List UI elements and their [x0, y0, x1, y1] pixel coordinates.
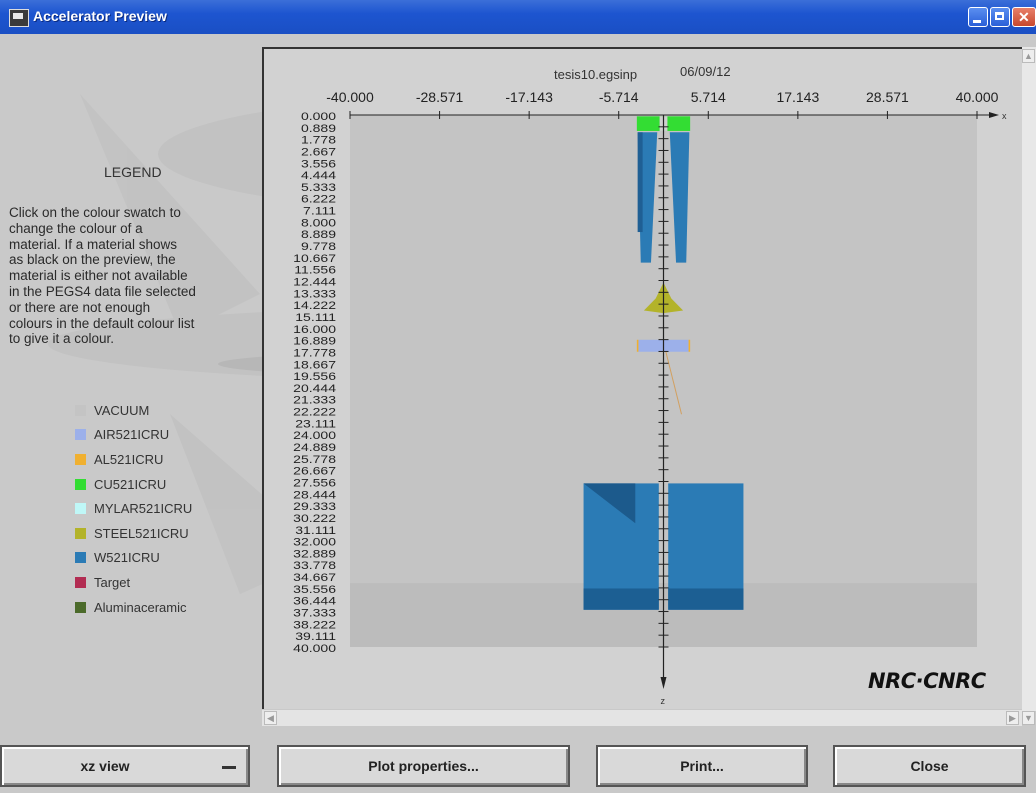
- legend-description: Click on the colour swatch to change the…: [9, 205, 259, 347]
- material-name: AIR521ICRU: [94, 427, 170, 443]
- legend-description-line: colours in the default colour list: [9, 315, 195, 331]
- jaw-left-bottom: [583, 588, 659, 610]
- x-tick-label: -40.000: [326, 89, 374, 105]
- z-axis-arrow: [660, 677, 667, 689]
- ion-chamber-wall-right: [688, 339, 691, 352]
- scroll-left-button[interactable]: ◀: [264, 711, 277, 725]
- print-button[interactable]: Print...: [596, 745, 808, 787]
- colour-swatch[interactable]: [75, 527, 86, 539]
- title-bar: Accelerator Preview: [0, 0, 1036, 34]
- x-tick-label: 40.000: [956, 89, 999, 105]
- legend-item: CU521ICRU: [75, 472, 192, 497]
- material-name: W521ICRU: [94, 550, 160, 566]
- plot-date: 06/09/12: [680, 64, 731, 79]
- material-name: Target: [94, 574, 131, 590]
- geometry-preview-plot: -40.000 -28.571 -17.143 -5.714 5.714 17.143 28…: [262, 47, 1022, 709]
- x-tick-label: 17.143: [776, 89, 819, 105]
- legend-title: LEGEND: [104, 164, 162, 180]
- scroll-up-button[interactable]: ▲: [1022, 49, 1035, 63]
- material-name: STEEL521ICRU: [94, 525, 189, 541]
- colour-swatch[interactable]: [75, 503, 86, 515]
- legend-description-line: to give it a colour.: [9, 331, 115, 347]
- colour-swatch[interactable]: [75, 478, 86, 490]
- vertical-scrollbar[interactable]: ▲ ▼: [1022, 47, 1036, 725]
- z-axis-label: z: [661, 696, 666, 706]
- colour-swatch[interactable]: [75, 601, 86, 613]
- legend-item: Aluminaceramic: [75, 595, 192, 620]
- legend-item: Target: [75, 570, 192, 595]
- legend-description-line: change the colour of a: [9, 220, 143, 236]
- x-tick-label: 5.714: [691, 89, 726, 105]
- legend-description-line: or there are not enough: [9, 299, 151, 315]
- legend-item: MYLAR521ICRU: [75, 496, 192, 521]
- x-axis-arrow: [989, 112, 999, 118]
- close-window-button[interactable]: [1012, 7, 1036, 27]
- view-select-dropdown[interactable]: xz view: [0, 745, 250, 787]
- material-name: Aluminaceramic: [94, 599, 187, 615]
- jaw-right-bottom: [668, 588, 744, 610]
- scroll-right-button[interactable]: ▶: [1006, 711, 1019, 725]
- plot-properties-button[interactable]: Plot properties...: [277, 745, 570, 787]
- z-tick-label: 40.000: [293, 641, 336, 654]
- legend-item: AIR521ICRU: [75, 423, 192, 448]
- legend-item: VACUUM: [75, 398, 192, 423]
- collimator-shade: [637, 132, 643, 233]
- material-name: CU521ICRU: [94, 476, 167, 492]
- legend-item: W521ICRU: [75, 546, 192, 571]
- material-name: AL521ICRU: [94, 451, 164, 467]
- x-tick-label: -28.571: [416, 89, 464, 105]
- x-tick-label: -5.714: [599, 89, 639, 105]
- colour-swatch[interactable]: [75, 453, 86, 465]
- view-select-label: xz view: [80, 758, 130, 774]
- plot-properties-label: Plot properties...: [368, 758, 479, 774]
- geometry-preview-svg: -40.000 -28.571 -17.143 -5.714 5.714 17.143 28…: [293, 64, 1007, 706]
- ion-chamber-wall-left: [636, 339, 639, 352]
- colour-swatch[interactable]: [75, 552, 86, 564]
- material-legend-list: VACUUM AIR521ICRU AL521ICRU CU521ICRU MYLAR5…: [75, 398, 192, 619]
- dropdown-indicator-icon: [222, 766, 236, 769]
- legend-description-line: in the PEGS4 data file selected: [9, 283, 196, 299]
- colour-swatch[interactable]: [75, 404, 86, 416]
- maximize-button[interactable]: [990, 7, 1010, 27]
- window-title: Accelerator Preview: [33, 8, 167, 24]
- x-axis-label: x: [1002, 111, 1007, 121]
- legend-item: AL521ICRU: [75, 447, 192, 472]
- nrc-cnrc-logo: NRC·CNRC: [868, 669, 986, 693]
- legend-description-line: Click on the colour swatch to: [9, 205, 181, 220]
- minimize-button[interactable]: [968, 7, 988, 27]
- print-label: Print...: [680, 758, 724, 774]
- x-tick-label: -17.143: [505, 89, 553, 105]
- legend-description-line: as black on the preview, the: [9, 252, 176, 268]
- material-name: MYLAR521ICRU: [94, 501, 193, 517]
- app-icon: [9, 9, 29, 27]
- scroll-down-button[interactable]: ▼: [1022, 711, 1035, 725]
- legend-item: STEEL521ICRU: [75, 521, 192, 546]
- colour-swatch[interactable]: [75, 576, 86, 588]
- legend-description-line: material. If a material shows: [9, 236, 178, 252]
- close-button[interactable]: Close: [833, 745, 1026, 787]
- legend-description-line: material is either not available: [9, 268, 188, 284]
- close-label: Close: [910, 758, 949, 774]
- colour-swatch[interactable]: [75, 429, 86, 441]
- plot-filename: tesis10.egsinp: [554, 67, 637, 82]
- material-name: VACUUM: [94, 402, 150, 418]
- horizontal-scrollbar[interactable]: ◀ ▶: [262, 710, 1022, 726]
- x-tick-label: 28.571: [866, 89, 909, 105]
